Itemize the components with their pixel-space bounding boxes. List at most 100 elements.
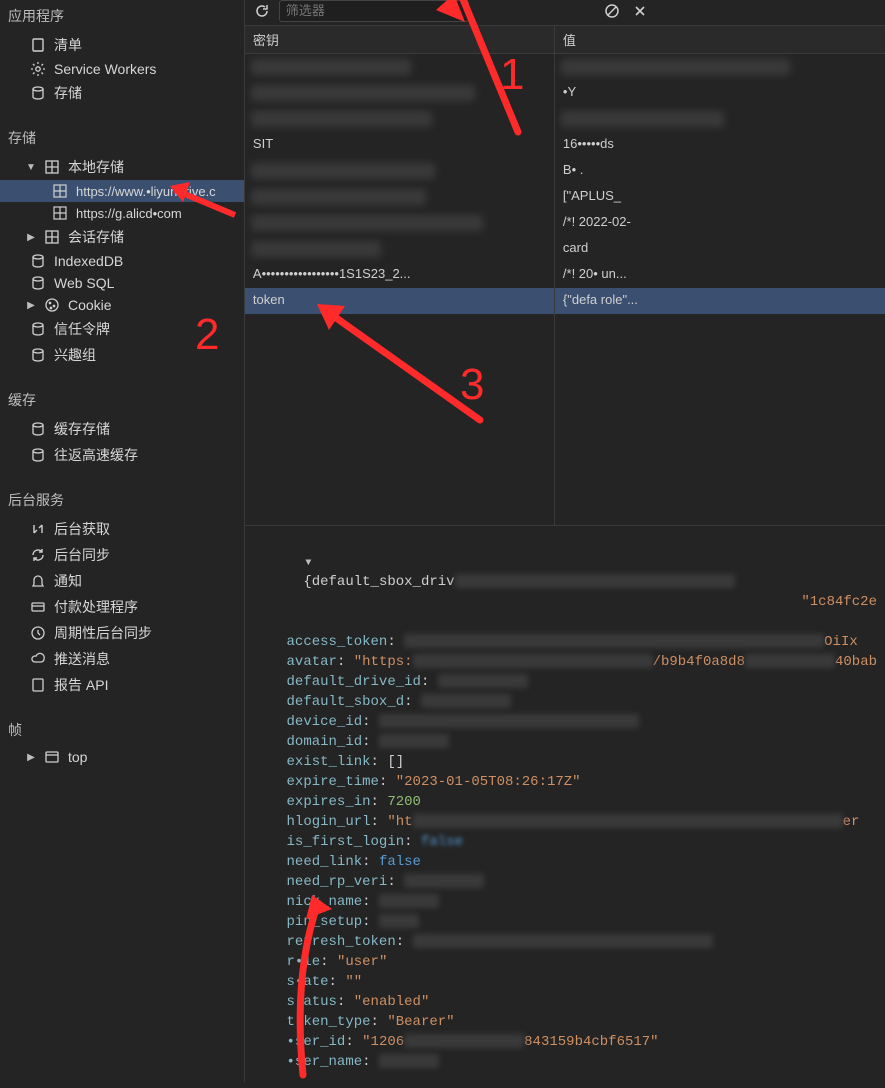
- value-preview-panel[interactable]: ▼ {default_sbox_driv "1c84fc2e access_to…: [245, 526, 885, 1082]
- sidebar-item-storage[interactable]: 存储: [0, 80, 244, 106]
- sidebar-item-local-origin-0[interactable]: https://www.•liyundrive.c: [0, 180, 244, 202]
- sidebar-item-label: 付款处理程序: [54, 597, 138, 617]
- json-property-line[interactable]: need_rp_veri:: [253, 872, 877, 892]
- sidebar-item-label: 兴趣组: [54, 345, 96, 365]
- db-icon: [30, 421, 46, 437]
- json-property-line[interactable]: t•ken_type: "Bearer": [253, 1012, 877, 1032]
- sidebar-item-notifications[interactable]: 通知: [0, 568, 244, 594]
- sidebar-item-local-origin-1[interactable]: https://g.alicd•com: [0, 202, 244, 224]
- json-property-line[interactable]: •ser_name:: [253, 1052, 877, 1072]
- table-cell-value[interactable]: [555, 54, 885, 80]
- table-header-value[interactable]: 值: [555, 26, 885, 54]
- table-cell-value[interactable]: /*! 2022-02-: [555, 210, 885, 236]
- chevron-right-icon: ▶: [26, 300, 36, 310]
- section-header-application: 应用程序: [0, 0, 244, 32]
- json-property-line[interactable]: pin_setup:: [253, 912, 877, 932]
- json-property-line[interactable]: s•atus: "enabled": [253, 992, 877, 1012]
- grid-icon: [44, 229, 60, 245]
- table-cell-value[interactable]: card: [555, 236, 885, 262]
- sidebar-item-bfcache[interactable]: 往返高速缓存: [0, 442, 244, 468]
- json-property-line[interactable]: s•ate: "": [253, 972, 877, 992]
- delete-button[interactable]: [629, 0, 651, 22]
- chevron-right-icon: ▶: [26, 232, 36, 242]
- json-property-line[interactable]: refresh_token:: [253, 932, 877, 952]
- json-property-line[interactable]: default_drive_id:: [253, 672, 877, 692]
- json-property-line[interactable]: avatar: "https:/b9b4f0a8d840bab: [253, 652, 877, 672]
- table-cell-value[interactable]: /*! 20• un...: [555, 262, 885, 288]
- sidebar-item-label: 信任令牌: [54, 319, 110, 339]
- section-label: 后台服务: [8, 492, 64, 508]
- sidebar-item-reporting-api[interactable]: 报告 API: [0, 672, 244, 698]
- sidebar-item-label: Cookie: [68, 297, 112, 313]
- json-property-line[interactable]: access_token: OiIx: [253, 632, 877, 652]
- json-property-line[interactable]: expire_time: "2023-01-05T08:26:17Z": [253, 772, 877, 792]
- sidebar-item-label: 本地存储: [68, 157, 124, 177]
- table-cell-value[interactable]: 16•••••ds: [555, 132, 885, 158]
- sidebar-item-service-workers[interactable]: Service Workers: [0, 58, 244, 80]
- json-property-line[interactable]: need_link: false: [253, 852, 877, 872]
- sidebar-item-label: 会话存储: [68, 227, 124, 247]
- json-property-line[interactable]: •ser_id: "1206843159b4cbf6517": [253, 1032, 877, 1052]
- sidebar-item-indexeddb[interactable]: IndexedDB: [0, 250, 244, 272]
- sidebar-item-frame-top[interactable]: ▶ top: [0, 746, 244, 768]
- db-icon: [30, 347, 46, 363]
- clear-button[interactable]: [601, 0, 623, 22]
- table-cell-value[interactable]: ["APLUS_: [555, 184, 885, 210]
- table-cell-value[interactable]: B• .: [555, 158, 885, 184]
- sidebar-item-session-storage[interactable]: ▶ 会话存储: [0, 224, 244, 250]
- sidebar-item-periodic-sync[interactable]: 周期性后台同步: [0, 620, 244, 646]
- sidebar-item-manifest[interactable]: 清单: [0, 32, 244, 58]
- json-property-line[interactable]: exist_link: []: [253, 752, 877, 772]
- json-property-line[interactable]: expires_in: 7200: [253, 792, 877, 812]
- table-cell-key[interactable]: [245, 80, 554, 106]
- sidebar-item-cookie[interactable]: ▶ Cookie: [0, 294, 244, 316]
- sidebar-item-label: 清单: [54, 35, 82, 55]
- json-property-line[interactable]: r•le: "user": [253, 952, 877, 972]
- db-icon: [30, 253, 46, 269]
- sidebar-item-bg-sync[interactable]: 后台同步: [0, 542, 244, 568]
- table-cell-key[interactable]: [245, 106, 554, 132]
- section-label: 存储: [8, 130, 36, 146]
- table-cell-value[interactable]: [555, 106, 885, 132]
- json-property-line[interactable]: nick_name:: [253, 892, 877, 912]
- storage-toolbar: [245, 0, 885, 26]
- sidebar-item-interest-groups[interactable]: 兴趣组: [0, 342, 244, 368]
- sidebar-item-label: 报告 API: [54, 675, 108, 695]
- sidebar-item-cache-storage[interactable]: 缓存存储: [0, 416, 244, 442]
- sidebar-item-bg-fetch[interactable]: 后台获取: [0, 516, 244, 542]
- json-property-line[interactable]: default_sbox_d:: [253, 692, 877, 712]
- table-cell-key[interactable]: [245, 158, 554, 184]
- table-cell-value[interactable]: {"defa role"...: [555, 288, 885, 314]
- filter-input[interactable]: [279, 0, 469, 22]
- sidebar-item-local-storage[interactable]: ▼ 本地存储: [0, 154, 244, 180]
- sidebar-item-websql[interactable]: Web SQL: [0, 272, 244, 294]
- json-property-line[interactable]: domain_id:: [253, 732, 877, 752]
- sidebar-item-trust-tokens[interactable]: 信任令牌: [0, 316, 244, 342]
- table-cell-key[interactable]: SIT: [245, 132, 554, 158]
- chevron-down-icon[interactable]: ▼: [303, 559, 313, 569]
- sidebar-item-payment-handler[interactable]: 付款处理程序: [0, 594, 244, 620]
- json-property-line[interactable]: is_first_login: false: [253, 832, 877, 852]
- json-property-line[interactable]: device_id:: [253, 712, 877, 732]
- sidebar-item-push-messages[interactable]: 推送消息: [0, 646, 244, 672]
- table-cell-key[interactable]: [245, 54, 554, 80]
- file-icon: [30, 677, 46, 693]
- db-icon: [30, 85, 46, 101]
- table-cell-key[interactable]: [245, 184, 554, 210]
- section-header-frames: 帧: [0, 714, 244, 746]
- section-label: 应用程序: [8, 8, 64, 24]
- table-header-key[interactable]: 密钥: [245, 26, 554, 54]
- section-header-storage: 存储: [0, 122, 244, 154]
- db-icon: [30, 321, 46, 337]
- json-property-line[interactable]: hlogin_url: "hter: [253, 812, 877, 832]
- refresh-button[interactable]: [251, 0, 273, 22]
- chevron-right-icon: ▶: [26, 752, 36, 762]
- table-cell-value[interactable]: •Y: [555, 80, 885, 106]
- json-header-right: "1c84fc2e: [801, 592, 877, 612]
- sidebar-item-label: 后台获取: [54, 519, 110, 539]
- table-cell-key[interactable]: [245, 210, 554, 236]
- table-cell-key[interactable]: A•••••••••••••••••1S1S23_2...: [245, 262, 554, 288]
- sidebar-item-label: https://www.•liyundrive.c: [76, 184, 216, 199]
- table-cell-key[interactable]: token: [245, 288, 554, 314]
- table-cell-key[interactable]: [245, 236, 554, 262]
